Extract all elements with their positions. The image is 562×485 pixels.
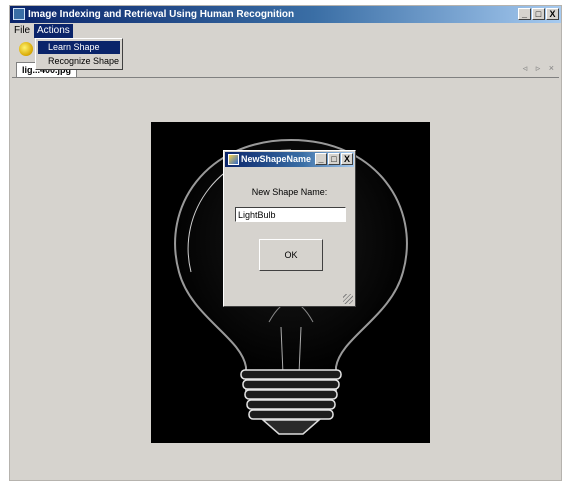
dialog-close-button[interactable]: X [341, 153, 353, 165]
ok-button[interactable]: OK [259, 239, 323, 271]
tab-nav-controls[interactable]: ◃ ▹ × [523, 63, 557, 74]
window-controls: _ □ X [518, 8, 559, 20]
menu-item-recognize-shape[interactable]: Recognize Shape [38, 55, 120, 68]
menu-file[interactable]: File [11, 24, 33, 38]
main-window: Image Indexing and Retrieval Using Human… [9, 5, 562, 481]
dialog-window-controls: _ □ X [315, 153, 353, 165]
actions-dropdown: Learn Shape Recognize Shape [35, 38, 123, 70]
app-title: Image Indexing and Retrieval Using Human… [28, 9, 295, 20]
dialog-app-icon [228, 154, 239, 165]
shape-name-label: New Shape Name: [251, 187, 328, 197]
dialog-title-bar[interactable]: NewShapeName _ □ X [225, 152, 354, 167]
menu-actions[interactable]: Actions [34, 24, 73, 38]
minimize-button[interactable]: _ [518, 8, 531, 20]
shape-name-input[interactable] [235, 207, 346, 222]
close-button[interactable]: X [546, 8, 559, 20]
dialog-title: NewShapeName [241, 154, 312, 164]
dialog-maximize-button[interactable]: □ [328, 153, 340, 165]
new-shape-name-dialog: NewShapeName _ □ X New Shape Name: OK [223, 150, 356, 307]
dialog-minimize-button[interactable]: _ [315, 153, 327, 165]
resize-grip-icon[interactable] [343, 294, 353, 304]
menu-bar: File Actions [10, 23, 561, 39]
open-image-icon[interactable] [19, 42, 33, 56]
maximize-button[interactable]: □ [532, 8, 545, 20]
menu-item-learn-shape[interactable]: Learn Shape [38, 41, 120, 54]
title-bar[interactable]: Image Indexing and Retrieval Using Human… [10, 6, 561, 23]
app-icon [13, 8, 25, 20]
